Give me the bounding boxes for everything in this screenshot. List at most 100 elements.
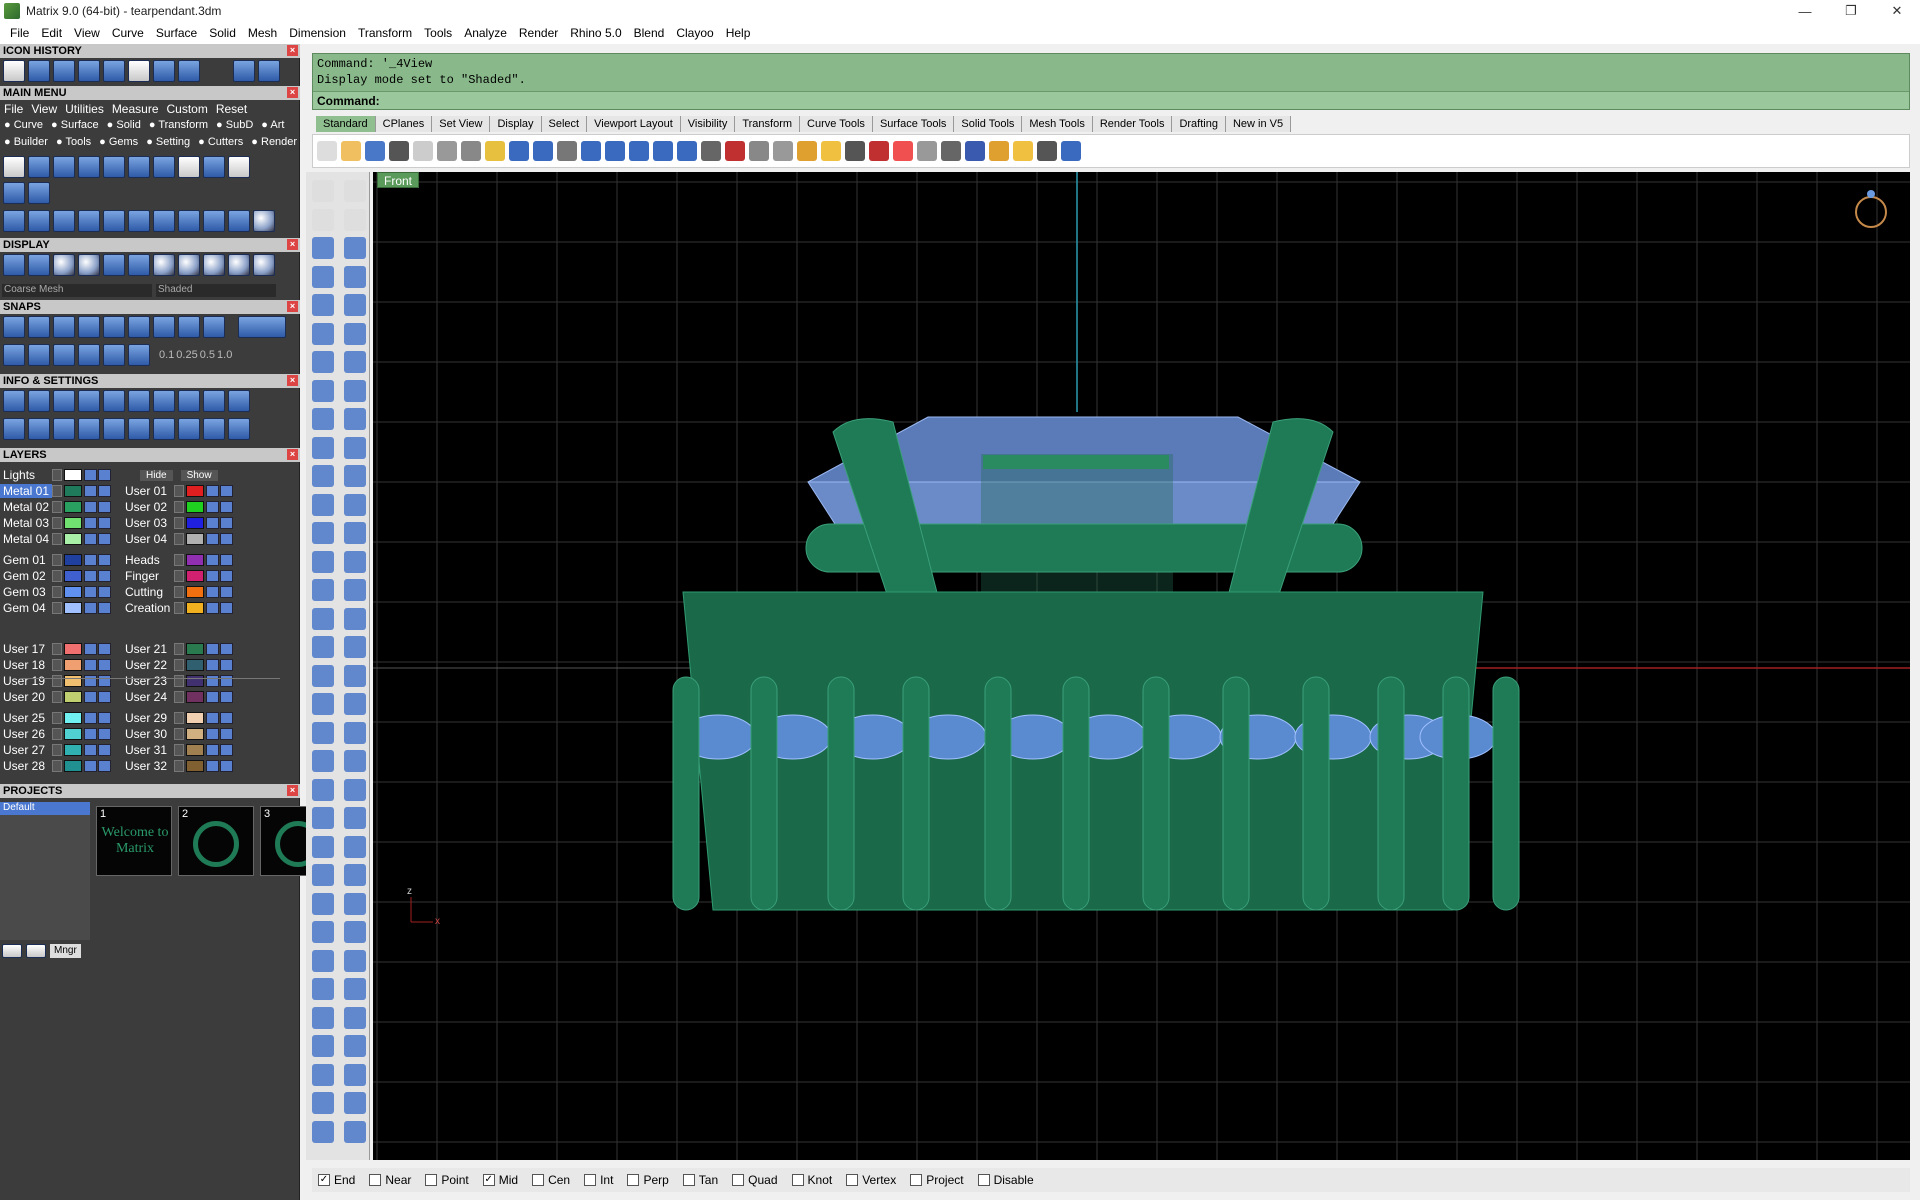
visible-icon[interactable] <box>220 602 233 614</box>
layer-name[interactable]: User 27 <box>0 743 52 757</box>
visible-icon[interactable] <box>98 744 111 756</box>
snap-icon[interactable] <box>103 344 125 366</box>
info-icon[interactable] <box>128 418 150 440</box>
snap-value[interactable]: 0.5 <box>200 349 215 361</box>
toolbar-icon[interactable] <box>797 141 817 161</box>
main-menu-solid[interactable]: ● Solid <box>107 119 141 131</box>
snap-icon[interactable] <box>78 316 100 338</box>
menu-view[interactable]: View <box>68 26 106 40</box>
toolbar-icon[interactable] <box>341 141 361 161</box>
snap-icon[interactable] <box>28 316 50 338</box>
tool-icon[interactable] <box>312 693 334 715</box>
lock-icon[interactable] <box>206 517 219 529</box>
expand-icon[interactable] <box>174 570 184 582</box>
menu-clayoo[interactable]: Clayoo <box>670 26 719 40</box>
close-icon[interactable]: × <box>287 449 298 460</box>
tool-icon[interactable] <box>312 208 334 231</box>
tool-icon[interactable] <box>344 864 366 886</box>
layer-name[interactable]: User 21 <box>122 642 174 656</box>
layer-color-swatch[interactable] <box>186 554 204 566</box>
lock-icon[interactable] <box>206 675 219 687</box>
toolbar-icon[interactable] <box>1013 141 1033 161</box>
layer-color-swatch[interactable] <box>186 602 204 614</box>
visible-icon[interactable] <box>220 533 233 545</box>
tool-icon[interactable] <box>312 379 334 402</box>
checkbox[interactable] <box>910 1174 923 1186</box>
shaded-icon[interactable] <box>53 254 75 276</box>
tab-cplanes[interactable]: CPlanes <box>375 116 433 132</box>
checkbox[interactable]: ✓ <box>318 1174 330 1186</box>
menu-render[interactable]: Render <box>513 26 564 40</box>
layer-name[interactable]: Heads <box>122 553 174 567</box>
material-icon[interactable] <box>253 254 275 276</box>
tool-icon[interactable] <box>312 778 334 801</box>
expand-icon[interactable] <box>174 675 184 687</box>
toolbar-icon[interactable] <box>317 141 337 161</box>
pendant-model[interactable] <box>672 416 1520 911</box>
tool-icon[interactable] <box>312 1063 334 1086</box>
tool-icon[interactable] <box>312 892 334 915</box>
tool-icon[interactable] <box>344 265 366 288</box>
settings-icon[interactable] <box>3 390 25 412</box>
toolbar-icon[interactable] <box>629 141 649 161</box>
info-icon[interactable] <box>128 390 150 412</box>
tool-icon[interactable] <box>344 322 366 345</box>
toolbar-icon[interactable] <box>845 141 865 161</box>
checkbox[interactable] <box>682 1174 695 1186</box>
main-menu-measure[interactable]: Measure <box>112 102 159 116</box>
osnap-near[interactable]: Near <box>369 1173 411 1187</box>
info-icon[interactable] <box>203 390 225 412</box>
menu-file[interactable]: File <box>4 26 35 40</box>
layer-name[interactable]: User 31 <box>122 743 174 757</box>
layer-color-swatch[interactable] <box>186 643 204 655</box>
lock-icon[interactable] <box>84 675 97 687</box>
toolbar-icon[interactable] <box>509 141 529 161</box>
tool-icon[interactable] <box>344 721 366 744</box>
layer-color-swatch[interactable] <box>186 517 204 529</box>
layer-name[interactable]: User 30 <box>122 727 174 741</box>
history-icon-7[interactable] <box>178 60 200 82</box>
tab-render-tools[interactable]: Render Tools <box>1092 116 1173 132</box>
visible-icon[interactable] <box>220 744 233 756</box>
arrow-right-icon[interactable] <box>258 60 280 82</box>
history-icon-2[interactable] <box>53 60 75 82</box>
tab-viewport-layout[interactable]: Viewport Layout <box>587 116 681 132</box>
visible-icon[interactable] <box>98 501 111 513</box>
menu-solid[interactable]: Solid <box>203 26 242 40</box>
close-icon[interactable]: × <box>287 301 298 312</box>
menu-edit[interactable]: Edit <box>35 26 68 40</box>
tool-icon[interactable] <box>344 208 366 231</box>
layer-color-swatch[interactable] <box>64 586 82 598</box>
layer-color-swatch[interactable] <box>186 659 204 671</box>
expand-icon[interactable] <box>52 643 62 655</box>
main-menu-reset[interactable]: Reset <box>216 102 247 116</box>
osnap-int[interactable]: Int <box>584 1173 613 1187</box>
tool-icon[interactable] <box>312 750 334 772</box>
toolbar-icon[interactable] <box>605 141 625 161</box>
tool-icon[interactable] <box>344 408 366 430</box>
layer-name[interactable]: Creation <box>122 601 174 615</box>
toolbar-icon[interactable] <box>389 141 409 161</box>
visible-icon[interactable] <box>98 659 111 671</box>
tool-icon[interactable] <box>344 351 366 373</box>
search-icon[interactable] <box>28 390 50 412</box>
layer-name[interactable]: Metal 04 <box>0 532 52 546</box>
lock-icon[interactable] <box>206 712 219 724</box>
up-icon[interactable] <box>26 944 46 958</box>
tool-icon[interactable] <box>344 892 366 915</box>
project-default[interactable]: Default <box>0 802 90 815</box>
tool-icon[interactable] <box>344 522 366 544</box>
expand-icon[interactable] <box>174 586 184 598</box>
info-icon[interactable] <box>153 390 175 412</box>
toolbar-icon[interactable] <box>1061 141 1081 161</box>
tool-icon[interactable] <box>344 1092 366 1114</box>
history-icon-6[interactable] <box>153 60 175 82</box>
checkbox[interactable] <box>627 1174 640 1186</box>
lock-icon[interactable] <box>84 760 97 772</box>
viewport[interactable]: z x Front <box>373 172 1910 1160</box>
tool-icon[interactable] <box>103 156 125 178</box>
new-file-icon[interactable] <box>3 60 25 82</box>
toolbar-icon[interactable] <box>893 141 913 161</box>
lock-icon[interactable] <box>84 554 97 566</box>
layer-color-swatch[interactable] <box>64 501 82 513</box>
